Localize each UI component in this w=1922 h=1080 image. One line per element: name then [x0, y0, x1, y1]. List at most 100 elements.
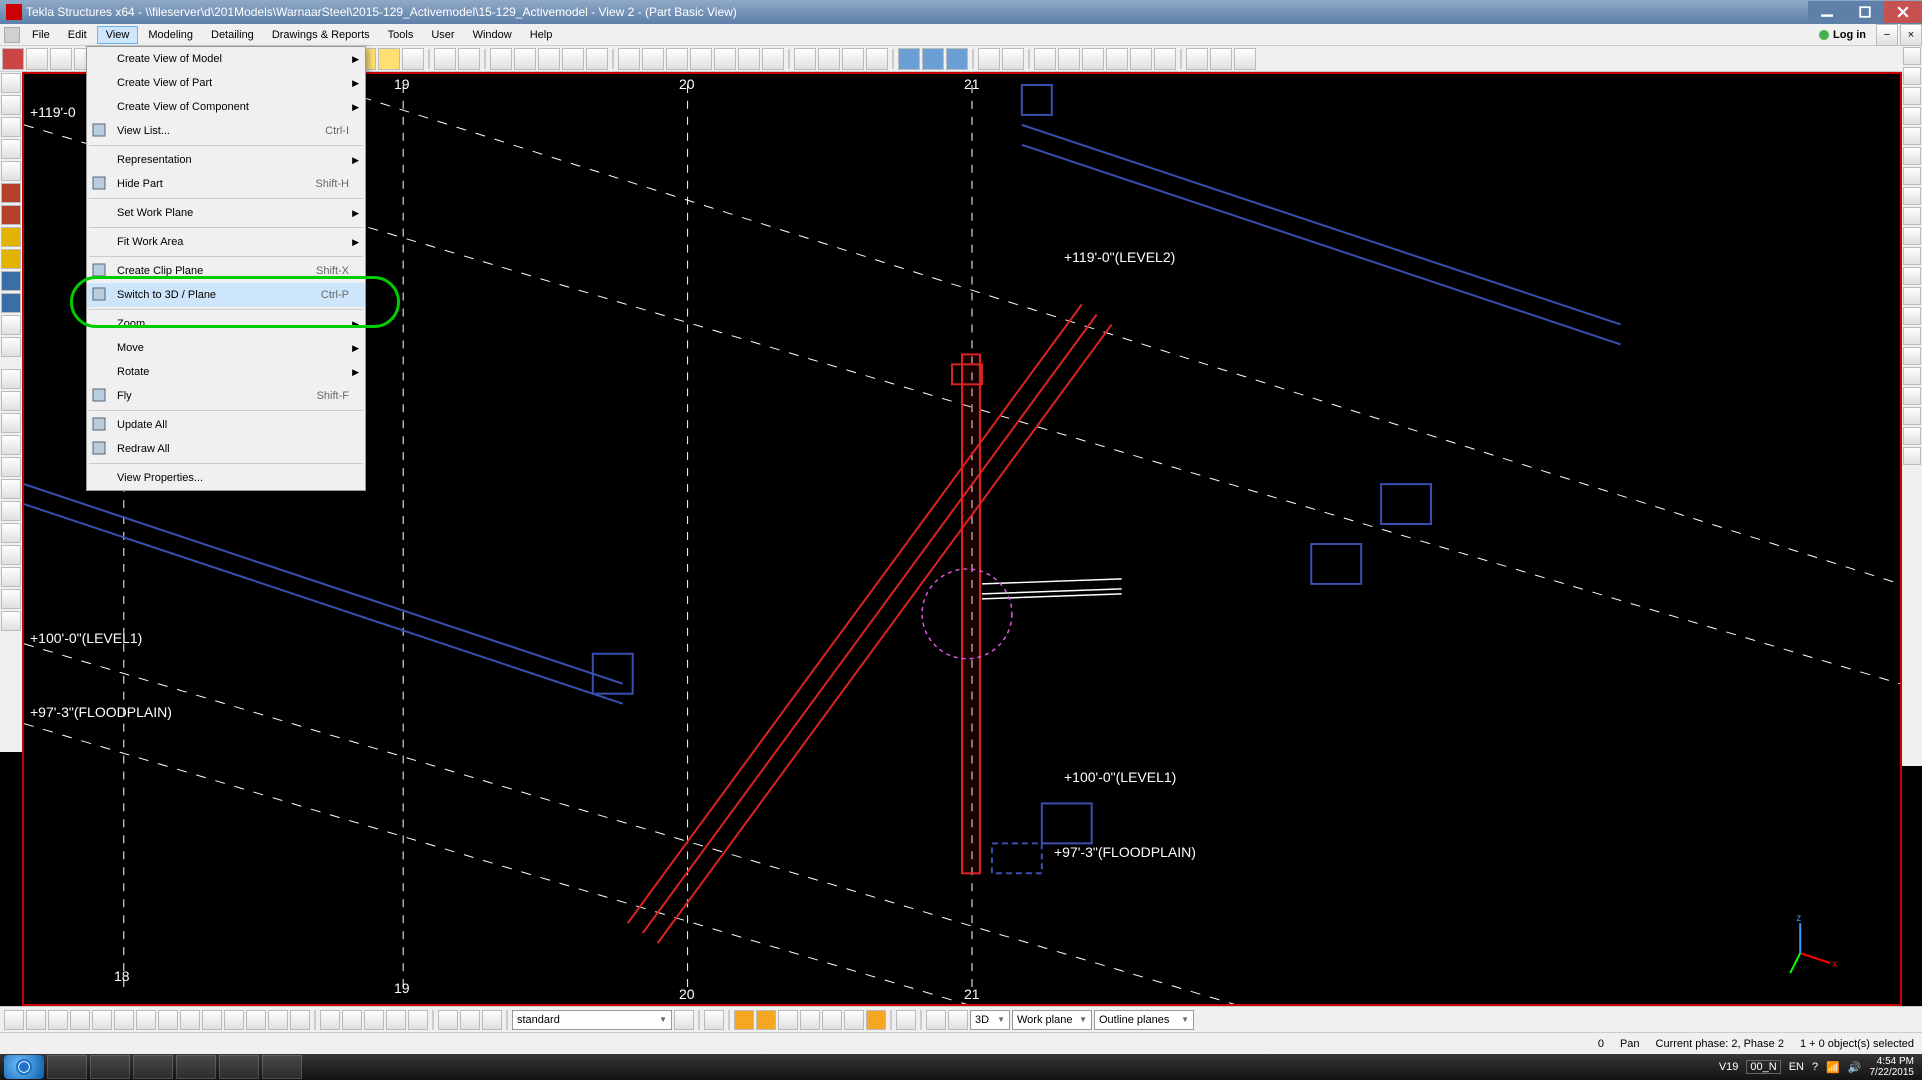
tool-icon[interactable] — [1058, 48, 1080, 70]
tool-icon[interactable] — [1903, 247, 1921, 265]
outline-planes-select[interactable]: Outline planes — [1094, 1010, 1194, 1030]
menu-item-view-properties[interactable]: View Properties... — [87, 466, 365, 490]
tool-icon[interactable] — [1903, 127, 1921, 145]
tool-icon[interactable] — [1, 95, 21, 115]
selection-tool-icon[interactable] — [246, 1010, 266, 1030]
selection-tool-icon[interactable] — [136, 1010, 156, 1030]
menu-detailing[interactable]: Detailing — [203, 27, 262, 43]
tray-help-icon[interactable]: ? — [1812, 1061, 1818, 1073]
taskbar-app-icon[interactable] — [176, 1055, 216, 1079]
tool-icon[interactable] — [762, 48, 784, 70]
selection-tool-icon[interactable] — [202, 1010, 222, 1030]
login-button[interactable]: Log in — [1819, 29, 1866, 41]
menu-item-zoom[interactable]: Zoom▶ — [87, 312, 365, 336]
minimize-ribbon-button[interactable]: − — [1876, 24, 1898, 46]
minimize-button[interactable] — [1808, 1, 1846, 23]
tool-icon[interactable] — [1903, 87, 1921, 105]
tool-icon[interactable] — [1210, 48, 1232, 70]
tool-icon[interactable] — [1, 545, 21, 565]
selection-tool-icon[interactable] — [438, 1010, 458, 1030]
tool-icon[interactable] — [946, 48, 968, 70]
menu-item-update-all[interactable]: Update All — [87, 413, 365, 437]
tool-icon[interactable] — [818, 48, 840, 70]
tool-icon[interactable] — [1, 523, 21, 543]
tool-icon[interactable] — [714, 48, 736, 70]
tool-icon[interactable] — [1106, 48, 1128, 70]
tool-icon[interactable] — [1903, 347, 1921, 365]
tool-icon[interactable] — [842, 48, 864, 70]
taskbar-app-icon[interactable] — [47, 1055, 87, 1079]
tool-icon[interactable] — [1186, 48, 1208, 70]
selection-tool-icon[interactable] — [158, 1010, 178, 1030]
tool-icon[interactable] — [922, 48, 944, 70]
system-clock[interactable]: 4:54 PM 7/22/2015 — [1870, 1056, 1919, 1078]
tool-icon[interactable] — [1903, 147, 1921, 165]
tool-icon[interactable] — [402, 48, 424, 70]
tool-icon[interactable] — [1903, 307, 1921, 325]
menu-item-create-clip-plane[interactable]: Create Clip PlaneShift-X — [87, 259, 365, 283]
snap-tool-icon[interactable] — [896, 1010, 916, 1030]
menu-view[interactable]: View — [97, 26, 139, 44]
tool-icon[interactable] — [690, 48, 712, 70]
menu-drawings-reports[interactable]: Drawings & Reports — [264, 27, 378, 43]
tool-icon[interactable] — [1903, 387, 1921, 405]
menu-item-set-work-plane[interactable]: Set Work Plane▶ — [87, 201, 365, 225]
tool-icon[interactable] — [378, 48, 400, 70]
tool-icon[interactable] — [1, 457, 21, 477]
tool-icon[interactable] — [434, 48, 456, 70]
tool-icon[interactable] — [674, 1010, 694, 1030]
tool-icon[interactable] — [794, 48, 816, 70]
selection-tool-icon[interactable] — [224, 1010, 244, 1030]
selection-tool-icon[interactable] — [48, 1010, 68, 1030]
tool-icon[interactable] — [1, 293, 21, 313]
menu-help[interactable]: Help — [522, 27, 561, 43]
selection-tool-icon[interactable] — [114, 1010, 134, 1030]
tool-icon[interactable] — [458, 48, 480, 70]
selection-tool-icon[interactable] — [482, 1010, 502, 1030]
snap-tool-icon[interactable] — [926, 1010, 946, 1030]
tool-icon[interactable] — [1, 589, 21, 609]
menu-item-fly[interactable]: FlyShift-F — [87, 384, 365, 408]
tool-icon[interactable] — [978, 48, 1000, 70]
selection-tool-icon[interactable] — [460, 1010, 480, 1030]
taskbar-app-icon[interactable] — [219, 1055, 259, 1079]
tool-icon[interactable] — [1903, 427, 1921, 445]
tool-icon[interactable] — [50, 48, 72, 70]
tool-icon[interactable] — [1903, 367, 1921, 385]
selection-tool-icon[interactable] — [4, 1010, 24, 1030]
snap-tool-icon[interactable] — [778, 1010, 798, 1030]
selection-tool-icon[interactable] — [342, 1010, 362, 1030]
menu-file[interactable]: File — [24, 27, 58, 43]
taskbar-app-icon[interactable] — [133, 1055, 173, 1079]
tool-icon[interactable] — [1903, 107, 1921, 125]
menu-item-hide-part[interactable]: Hide PartShift-H — [87, 172, 365, 196]
start-button[interactable] — [4, 1055, 44, 1079]
tool-icon[interactable] — [2, 48, 24, 70]
tool-icon[interactable] — [562, 48, 584, 70]
tool-icon[interactable] — [490, 48, 512, 70]
tray-language[interactable]: EN — [1789, 1061, 1804, 1073]
selection-tool-icon[interactable] — [320, 1010, 340, 1030]
menu-item-create-view-of-component[interactable]: Create View of Component▶ — [87, 95, 365, 119]
tool-icon[interactable] — [1, 271, 21, 291]
taskbar-app-icon[interactable] — [90, 1055, 130, 1079]
tool-icon[interactable] — [1, 117, 21, 137]
selection-tool-icon[interactable] — [268, 1010, 288, 1030]
snap-tool-icon[interactable] — [948, 1010, 968, 1030]
tool-icon[interactable] — [1, 391, 21, 411]
tool-icon[interactable] — [618, 48, 640, 70]
tool-icon[interactable] — [1903, 167, 1921, 185]
tool-icon[interactable] — [1, 161, 21, 181]
selection-tool-icon[interactable] — [364, 1010, 384, 1030]
menu-window[interactable]: Window — [465, 27, 520, 43]
tool-icon[interactable] — [1903, 287, 1921, 305]
menu-item-create-view-of-part[interactable]: Create View of Part▶ — [87, 71, 365, 95]
menu-item-representation[interactable]: Representation▶ — [87, 148, 365, 172]
work-plane-select[interactable]: Work plane — [1012, 1010, 1092, 1030]
tool-icon[interactable] — [1, 369, 21, 389]
snap-tool-icon[interactable] — [734, 1010, 754, 1030]
tool-icon[interactable] — [642, 48, 664, 70]
snap-tool-icon[interactable] — [756, 1010, 776, 1030]
tool-icon[interactable] — [666, 48, 688, 70]
view-mode-select[interactable]: 3D — [970, 1010, 1010, 1030]
